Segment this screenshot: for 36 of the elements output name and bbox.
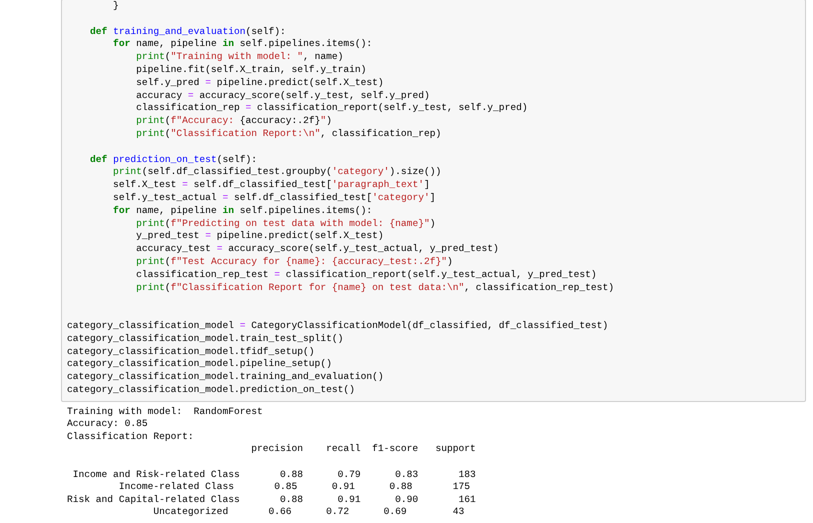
code-line: classification_rep = classification_report(self.y_test, self.y_pred) [135,102,529,116]
code-line: accuracy_test = accuracy_score(self.y_test_actual, y_pred_test) [135,243,500,256]
output-line: Training with model: RandomForest [67,406,264,418]
code-line: y_pred_test = pipeline.predict(self.X_test) [135,230,385,244]
code-line: pipeline.fit(self.X_train, self.y_train) [135,64,368,77]
code-line: print("Classification Report:\n", classification_rep) [135,128,442,141]
output-line: precision recall f1-score support [250,443,477,456]
code-line: print(f"Classification Report for {name} on test data:\n", classification_rep_test) [135,282,615,294]
code-line: self.y_pred = pipeline.predict(self.X_test) [135,76,385,90]
code-line: category_classification_model.prediction_on_test() [67,384,356,397]
code-line: category_classification_model.training_and_evaluation() [67,371,385,384]
code-line: print(f"Test Accuracy for {name}: {accuracy_test:.2f}") [135,256,454,269]
output-line: Classification Report: [67,430,195,444]
code-line: classification_rep_test = classification_report(self.y_test_actual, y_pred_test) [135,268,598,282]
code-line: category_classification_model = CategoryClassificationModel(df_classified, df_classified_test) [67,318,610,333]
code-line: category_classification_model.train_test_split() [67,332,344,346]
code-line: print(self.df_classified_test.groupby('category').size()) [112,166,442,180]
code-line: print(f"Predicting on test data with model: {name}") [135,218,436,230]
code-line: for name, pipeline in self.pipelines.items(): [112,204,374,218]
code-line: print(f"Accuracy: {accuracy:.2f}") [135,115,333,128]
code-line: category_classification_model.tfidf_setup() [67,346,316,358]
code-line: for name, pipeline in self.pipelines.items(): [112,38,374,52]
code-line: category_classification_model.pipeline_setup() [67,358,333,372]
output-line: Uncategorized 0.66 0.72 0.69 43 [152,506,466,520]
code-line: self.X_test = self.df_classified_test['paragraph_text'] [112,179,431,192]
output-line: Accuracy: 0.85 [67,418,149,431]
code-line: def prediction_on_test(self): [89,152,258,166]
code-line: def training_and_evaluation(self): [89,24,287,38]
code-cell[interactable] [61,0,806,402]
code-line: } [112,0,120,13]
output-line: Income-related Class 0.85 0.91 0.88 175 [118,481,472,494]
output-line: Income and Risk-related Class 0.88 0.79 0.83 183 [72,468,477,482]
output-line: Risk and Capital-related Class 0.88 0.91 0.90 161 [67,494,477,506]
code-line: print("Training with model: ", name) [135,51,344,64]
code-line: self.y_test_actual = self.df_classified_test['category'] [112,192,436,205]
code-line: accuracy = accuracy_score(self.y_test, self.y_pred) [135,90,431,102]
